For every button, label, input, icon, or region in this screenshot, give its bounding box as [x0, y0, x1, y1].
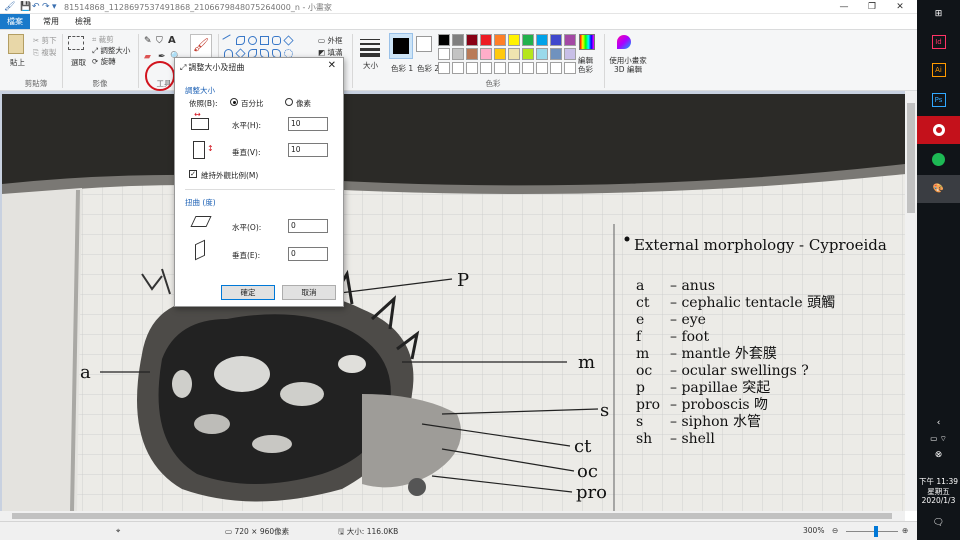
notification-close-icon[interactable]: ⊗ [917, 450, 960, 460]
vertical-scroll-thumb[interactable] [907, 103, 915, 213]
dimensions-text: 720 × 960像素 [234, 527, 290, 536]
pixels-label: 像素 [296, 99, 311, 108]
paint-taskbar-icon[interactable]: 🎨 [917, 175, 960, 203]
spotify-icon[interactable] [917, 146, 960, 174]
maintain-ratio-label: 維持外觀比例(M) [201, 171, 259, 180]
illustrator-icon[interactable]: Ai [917, 56, 960, 84]
horizontal-resize-icon: ↔ [191, 110, 209, 130]
ok-button[interactable]: 確定 [221, 285, 275, 300]
vertical-label: 垂直(V): [232, 148, 261, 157]
start-icon[interactable]: ⊞ [917, 0, 960, 28]
opera-icon[interactable] [917, 116, 960, 144]
dialog-title-text: 調整大小及扭曲 [188, 63, 245, 72]
clock-date: 2020/1/3 [921, 496, 956, 505]
skew-vertical-icon [195, 239, 205, 261]
file-size: 🖫 大小: 116.0KB [338, 527, 399, 536]
percent-label: 百分比 [241, 99, 264, 108]
horizontal-label: 水平(H): [232, 121, 262, 130]
annotation-overlay [145, 61, 337, 185]
photoshop-icon[interactable]: Ps [917, 86, 960, 114]
skew-horizontal-input[interactable]: 0 [288, 219, 328, 233]
skew-horizontal-icon [190, 216, 212, 227]
image-dimensions: ▭ 720 × 960像素 [225, 527, 290, 536]
zoom-level: 300% [803, 526, 825, 535]
size-text: 大小: 116.0KB [346, 527, 399, 536]
taskbar: ⊞ Id Ai Ps 🎨 ‹ ▭ ⌔ ⊗ 下午 11:39 星期五 2020/1… [917, 0, 960, 540]
vertical-input[interactable]: 10 [288, 143, 328, 157]
action-center-icon[interactable]: 🗨 [917, 518, 960, 528]
resize-section-label: 調整大小 [185, 86, 215, 95]
horizontal-scroll-thumb[interactable] [12, 513, 892, 519]
dialog-divider [185, 189, 335, 190]
percent-radio[interactable] [230, 98, 238, 106]
cursor-position-icon: ⌖ [116, 526, 121, 535]
skew-vertical-input[interactable]: 0 [288, 247, 328, 261]
zoom-slider-thumb[interactable] [874, 526, 878, 537]
horizontal-scrollbar[interactable] [0, 511, 905, 521]
zoom-slider[interactable] [846, 531, 898, 532]
horizontal-input[interactable]: 10 [288, 117, 328, 131]
resize-dialog: ⤢ 調整大小及扭曲 ✕ 調整大小 依照(B): 百分比 像素 ↔ 水平(H): 1… [174, 57, 344, 307]
zoom-out-button[interactable]: ⊖ [832, 526, 838, 535]
skew-section-label: 扭曲 (度) [185, 198, 216, 207]
dialog-title: ⤢ 調整大小及扭曲 [180, 62, 244, 73]
resize-icon: ⤢ [180, 63, 187, 72]
indesign-icon[interactable]: Id [917, 28, 960, 56]
by-label: 依照(B): [189, 99, 218, 108]
zoom-in-button[interactable]: ⊕ [902, 526, 908, 535]
pixels-radio[interactable] [285, 98, 293, 106]
dialog-close-button[interactable]: ✕ [328, 60, 336, 71]
annotation-circle-small [145, 61, 175, 91]
status-bar: ⌖ ▭ 720 × 960像素 🖫 大小: 116.0KB 300% ⊖ ⊕ [0, 521, 917, 540]
battery-network-icons[interactable]: ▭ ⌔ [917, 434, 960, 444]
cancel-button[interactable]: 取消 [282, 285, 336, 300]
skew-horizontal-label: 水平(O): [232, 223, 262, 232]
maintain-ratio-checkbox[interactable]: ✓ [189, 170, 197, 178]
vertical-scrollbar[interactable] [905, 91, 917, 511]
skew-vertical-label: 垂直(E): [232, 251, 261, 260]
show-hidden-icons[interactable]: ‹ [917, 418, 960, 428]
vertical-resize-icon: ↕ [193, 141, 214, 159]
